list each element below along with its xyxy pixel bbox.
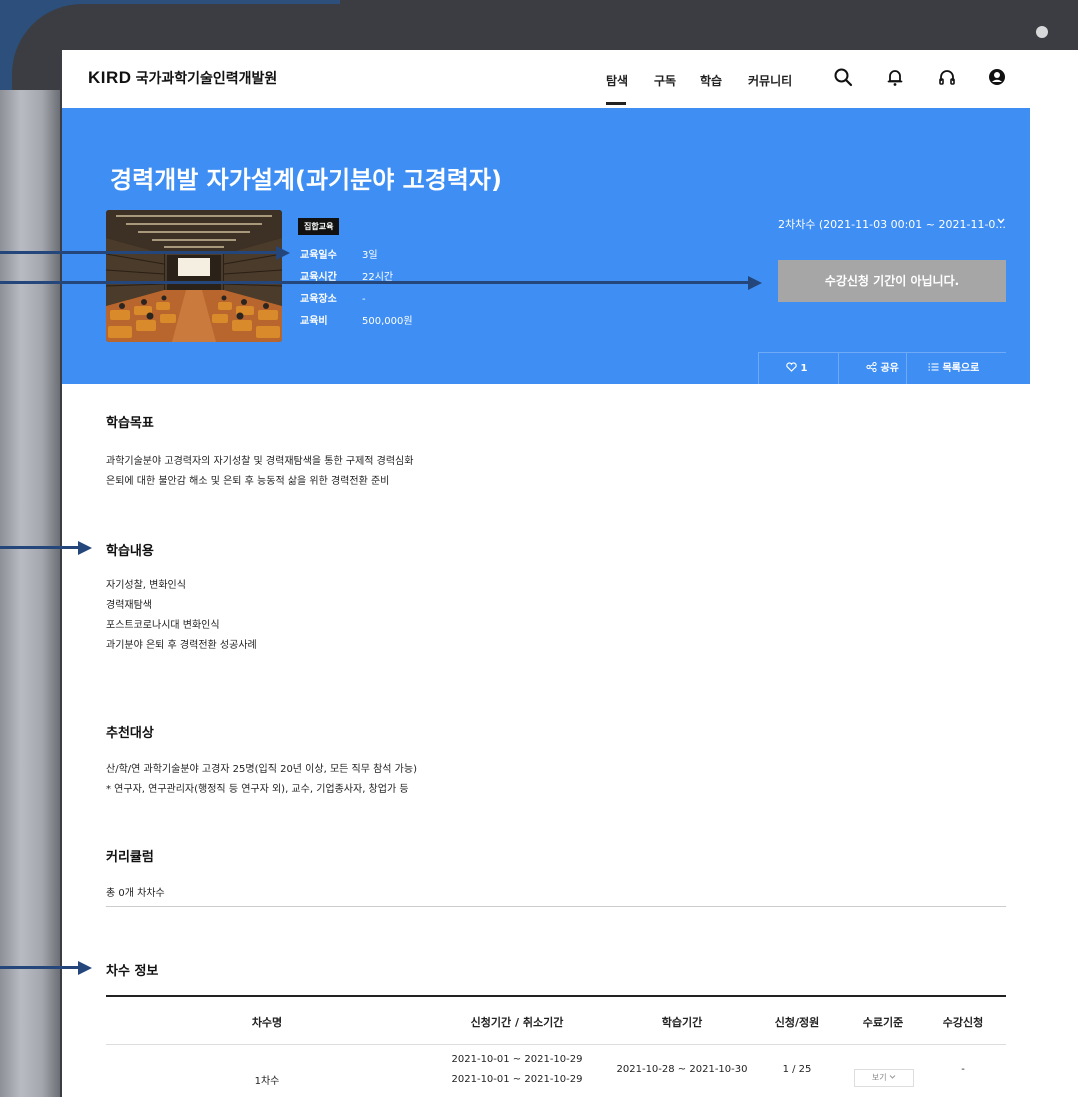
action-bar: 1 공유 목록으로 [758, 352, 1006, 385]
cell-session-name: 1차수 [254, 1076, 280, 1087]
table-top-border [106, 995, 1006, 997]
search-icon[interactable] [832, 66, 854, 88]
course-title: 경력개발 자가설계(과기분야 고경력자) [110, 166, 502, 194]
share-label: 공유 [880, 363, 899, 374]
chevron-down-icon [889, 1075, 896, 1079]
info-value: 3일 [362, 250, 378, 261]
learning-goal-title: 학습목표 [106, 416, 154, 431]
target-audience-line: 산/학/연 과학기술분야 고경자 25명(입직 20년 이상, 모든 직무 참석… [106, 764, 417, 775]
session-dropdown[interactable]: 2차차수 (2021-11-03 00:01 ~ 2021-11-0... [778, 216, 1006, 232]
user-profile-icon[interactable] [986, 66, 1008, 88]
cell-capacity: 1 / 25 [782, 1064, 812, 1075]
curriculum-count: 총 0개 차차수 [106, 888, 165, 899]
table-header-study-period: 학습기간 [661, 1016, 703, 1029]
browser-screen: KIRD 국가과학기술인력개발원 탐색 구독 학습 커뮤니티 경력개발 자가설계(… [62, 50, 1030, 1097]
criteria-view-select[interactable]: 보기 [854, 1069, 914, 1087]
info-row-place: 교육장소 - [300, 290, 366, 305]
list-label: 목록으로 [942, 363, 980, 374]
learning-content-line: 포스트코로나시대 변화인식 [106, 620, 220, 631]
cell-study-period: 2021-10-28 ~ 2021-10-30 [616, 1064, 748, 1075]
learning-content-title: 학습내용 [106, 544, 154, 559]
info-row-days: 교육일수 3일 [300, 246, 378, 261]
headset-icon[interactable] [936, 66, 958, 88]
logo-text: KIRD [88, 68, 132, 87]
target-audience-title: 추천대상 [106, 726, 154, 741]
info-label: 교육일수 [300, 250, 337, 261]
list-icon [928, 363, 939, 371]
table-header-capacity: 신청/정원 [774, 1016, 820, 1029]
course-banner: 경력개발 자가설계(과기분야 고경력자) 집합교육 교육일수 3일 교육시간 2… [62, 108, 1030, 385]
apply-button[interactable]: 수강신청 기간이 아닙니다. [778, 260, 1006, 302]
table-header-session: 차수명 [251, 1016, 283, 1029]
learning-content-line: 경력재탐색 [106, 600, 152, 611]
table-header-criteria: 수료기준 [862, 1016, 904, 1029]
back-to-list-button[interactable]: 목록으로 [928, 353, 979, 385]
bell-icon[interactable] [884, 66, 906, 88]
curriculum-title: 커리큘럼 [106, 850, 154, 865]
cell-cancel-period: 2021-10-01 ~ 2021-10-29 [451, 1074, 583, 1085]
logo-subtitle: 국가과학기술인력개발원 [135, 70, 278, 86]
share-icon [866, 361, 877, 373]
criteria-view-label: 보기 [871, 1073, 887, 1082]
like-count: 1 [800, 363, 808, 374]
info-row-fee: 교육비 500,000원 [300, 312, 413, 327]
nav-active-indicator [606, 102, 626, 105]
site-logo[interactable]: KIRD 국가과학기술인력개발원 [88, 68, 277, 88]
cell-apply-period: 2021-10-01 ~ 2021-10-29 [451, 1054, 583, 1065]
site-header: KIRD 국가과학기술인력개발원 탐색 구독 학습 커뮤니티 [62, 50, 1030, 108]
session-info-title: 차수 정보 [106, 964, 159, 979]
info-value: - [362, 294, 366, 305]
table-header-enroll: 수강신청 [942, 1016, 984, 1029]
device-edge [0, 90, 60, 1097]
info-value: 500,000원 [362, 316, 413, 327]
right-bezel [1030, 50, 1078, 1097]
target-audience-line: * 연구자, 연구관리자(행정직 등 연구자 외), 교수, 기업종사자, 창업… [106, 784, 409, 795]
session-dropdown-value: 2차차수 (2021-11-03 00:01 ~ 2021-11-0... [778, 218, 1006, 231]
learning-content-line: 과기분야 은퇴 후 경력전환 성공사례 [106, 640, 257, 651]
nav-community[interactable]: 커뮤니티 [748, 72, 792, 89]
nav-learning[interactable]: 학습 [700, 72, 722, 89]
chevron-down-icon [997, 218, 1005, 224]
course-type-badge: 집합교육 [298, 218, 340, 235]
heart-icon [786, 362, 797, 372]
divider [106, 906, 1006, 907]
table-header-divider [106, 1044, 1006, 1045]
table-header-apply-period: 신청기간 / 취소기간 [470, 1016, 564, 1029]
learning-goal-line: 은퇴에 대한 불안감 해소 및 은퇴 후 능동적 삶을 위한 경력전환 준비 [106, 476, 390, 487]
like-button[interactable]: 1 [786, 353, 807, 385]
cell-enroll: - [961, 1064, 965, 1075]
camera-dot [1036, 26, 1048, 38]
info-label: 교육장소 [300, 294, 337, 305]
learning-content-line: 자기성찰, 변화인식 [106, 580, 186, 591]
info-label: 교육비 [300, 316, 328, 327]
course-image-lecture-hall [106, 210, 282, 342]
learning-goal-line: 과학기술분야 고경력자의 자기성찰 및 경력재탐색을 통한 구제적 경력심화 [106, 456, 414, 467]
share-button[interactable]: 공유 [866, 353, 899, 385]
nav-subscribe[interactable]: 구독 [654, 72, 676, 89]
nav-explore[interactable]: 탐색 [606, 72, 628, 89]
